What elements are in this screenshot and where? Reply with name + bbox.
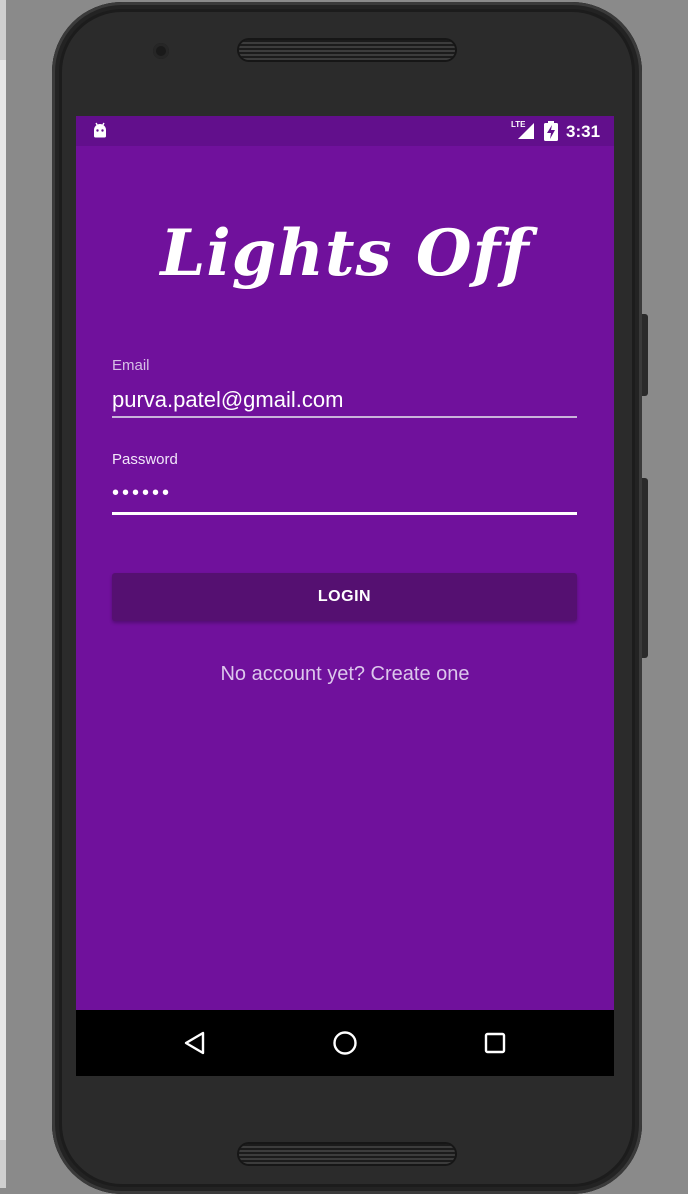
home-icon[interactable] xyxy=(330,1028,360,1058)
status-clock: 3:31 xyxy=(566,122,601,141)
bottom-speaker-grille xyxy=(239,1144,455,1164)
front-camera xyxy=(153,43,169,59)
back-icon[interactable] xyxy=(180,1028,210,1058)
emulator-background xyxy=(0,0,6,1188)
password-underline xyxy=(112,512,577,515)
volume-rocker xyxy=(642,478,648,658)
email-label: Email xyxy=(112,357,150,374)
recent-apps-icon[interactable] xyxy=(480,1028,510,1058)
email-field[interactable]: purva.patel@gmail.com xyxy=(112,387,577,413)
app-logo: Lights Off xyxy=(160,216,530,291)
password-field[interactable]: •••••• xyxy=(112,482,577,505)
lte-signal-icon: LTE xyxy=(511,120,534,139)
status-bar: LTE 3:31 xyxy=(76,116,614,146)
battery-charging-icon xyxy=(544,121,558,141)
top-speaker-grille xyxy=(239,40,455,60)
navigation-bar xyxy=(76,1010,614,1076)
login-button[interactable]: LOGIN xyxy=(112,573,577,621)
phone-screen: LTE 3:31 Lights Off Email purva.patel@gm… xyxy=(76,116,614,1076)
power-button xyxy=(642,314,648,396)
password-label: Password xyxy=(112,451,178,468)
network-type-label: LTE xyxy=(511,120,526,129)
email-underline xyxy=(112,416,577,418)
android-icon xyxy=(94,122,106,138)
create-account-link[interactable]: No account yet? Create one xyxy=(76,663,614,686)
